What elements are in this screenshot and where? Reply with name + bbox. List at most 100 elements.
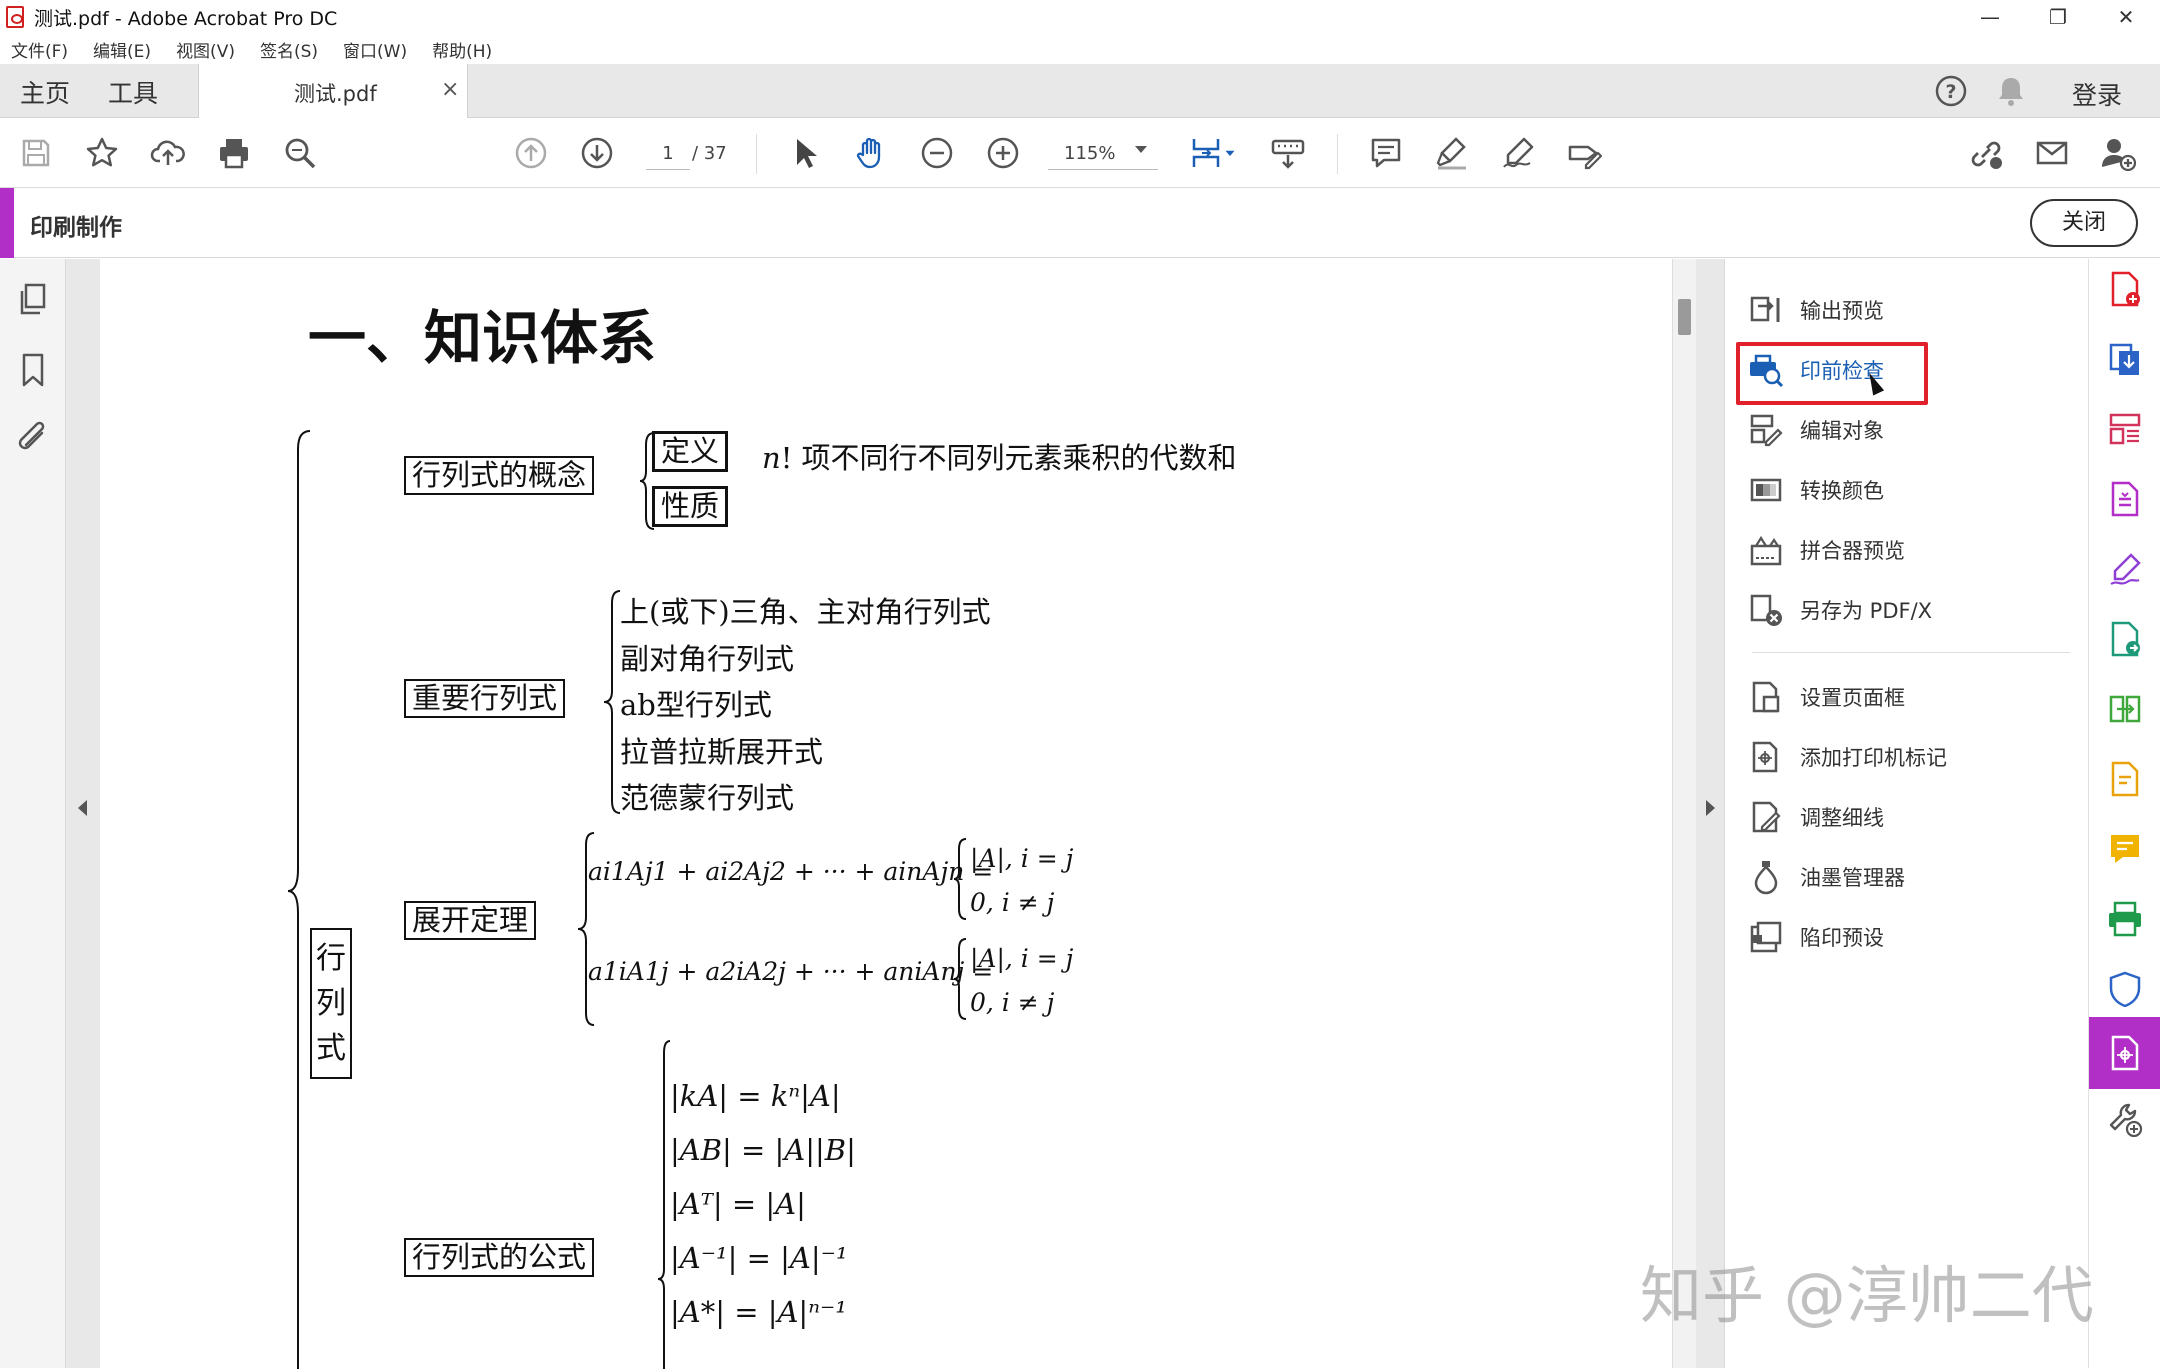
window-controls: — ❐ ✕ (1956, 0, 2160, 34)
toolbar-divider (756, 134, 757, 174)
login-link[interactable]: 登录 (2072, 76, 2122, 112)
zoom-out-icon[interactable] (917, 133, 957, 173)
convert-colors-icon (1750, 478, 1782, 502)
page-heading: 一、知识体系 (308, 304, 657, 372)
list-item: 副对角行列式 (620, 641, 795, 676)
collapse-right-pane-icon[interactable] (1706, 800, 1715, 816)
upload-cloud-icon[interactable] (148, 133, 188, 173)
tab-home[interactable]: 主页 (20, 74, 70, 110)
menu-bar: 文件(F) 编辑(E) 视图(V) 签名(S) 窗口(W) 帮助(H) (0, 34, 2160, 64)
concept-note-n: n (762, 441, 781, 475)
tool-output-preview[interactable]: 输出预览 (1748, 288, 2078, 332)
bookmarks-icon[interactable] (14, 351, 52, 389)
page-total-label: / 37 (692, 143, 727, 164)
compare-files-icon[interactable] (2107, 691, 2143, 727)
fill-sign-icon[interactable] (1564, 133, 1604, 173)
edit-pdf-icon[interactable] (2107, 761, 2143, 797)
more-tools-icon[interactable] (2107, 1101, 2143, 1137)
restore-button[interactable]: ❐ (2024, 0, 2092, 34)
scrollbar-thumb[interactable] (1678, 299, 1691, 335)
tool-set-page-boxes[interactable]: 设置页面框 (1748, 675, 2078, 719)
tool-ink-manager[interactable]: 油墨管理器 (1748, 855, 2078, 899)
tool-label: 转换颜色 (1800, 479, 1884, 503)
trap-presets-icon (1750, 921, 1782, 953)
tool-convert-colors[interactable]: 转换颜色 (1748, 468, 2078, 512)
tab-document[interactable]: 测试.pdf × (198, 64, 468, 118)
collapse-left-pane-icon[interactable] (78, 800, 87, 816)
email-icon[interactable] (2032, 133, 2072, 173)
help-icon[interactable]: ? (1934, 74, 1968, 112)
chevron-down-icon[interactable] (1135, 146, 1147, 153)
search-icon[interactable] (280, 133, 320, 173)
highlighter-icon[interactable] (1432, 133, 1472, 173)
concept-node: 行列式的概念 (404, 456, 595, 495)
page-number-input[interactable]: 1 (646, 138, 690, 170)
tab-tools[interactable]: 工具 (108, 74, 158, 110)
tool-fix-hairlines[interactable]: 调整细线 (1748, 795, 2078, 839)
export-pdf-icon[interactable] (2107, 341, 2143, 377)
formula-item: |Aᵀ| = |A| (670, 1187, 806, 1221)
chevron-down-icon[interactable] (1222, 133, 1238, 173)
close-window-button[interactable]: ✕ (2092, 0, 2160, 34)
tool-label: 陷印预设 (1800, 926, 1884, 950)
organize-pages-icon[interactable] (2107, 411, 2143, 447)
menu-file[interactable]: 文件(F) (11, 37, 68, 62)
comment-rail-icon[interactable] (2107, 831, 2143, 867)
notification-bell-icon[interactable] (1995, 74, 2027, 112)
tool-label: 编辑对象 (1800, 419, 1884, 443)
document-viewport[interactable]: 一、知识体系 行列式 行列式的概念 定义 性质 n! 项不同行不同列元素乘积的代… (66, 259, 1724, 1369)
menu-sign[interactable]: 签名(S) (260, 37, 318, 62)
tool-flattener-preview[interactable]: 拼合器预览 (1748, 528, 2078, 572)
tool-edit-object[interactable]: 编辑对象 (1748, 408, 2078, 452)
fit-page-icon[interactable] (1186, 133, 1226, 173)
vertical-scrollbar[interactable] (1672, 259, 1696, 1368)
print-production-rail-icon[interactable] (2107, 901, 2143, 937)
minimize-button[interactable]: — (1956, 0, 2024, 34)
print-icon[interactable] (214, 133, 254, 173)
fix-hairlines-icon (1752, 801, 1781, 833)
menu-window[interactable]: 窗口(W) (343, 37, 407, 62)
share-link-icon[interactable] (1966, 133, 2006, 173)
fill-sign-rail-icon[interactable] (2107, 551, 2143, 587)
zoom-level-select[interactable]: 115% (1048, 138, 1158, 170)
next-page-icon[interactable] (577, 133, 617, 173)
tool-add-printer-marks[interactable]: 添加打印机标记 (1748, 735, 2078, 779)
list-item: 拉普拉斯展开式 (620, 734, 824, 769)
important-node: 重要行列式 (404, 679, 566, 718)
bookmark-star-icon[interactable] (82, 133, 122, 173)
print-production-active-tab[interactable] (2089, 1017, 2160, 1089)
comment-icon[interactable] (1366, 133, 1406, 173)
list-item: ab型行列式 (620, 688, 772, 722)
menu-view[interactable]: 视图(V) (176, 37, 235, 62)
menu-help[interactable]: 帮助(H) (432, 37, 492, 62)
definition-node: 定义 (652, 431, 729, 472)
tool-save-as-pdfx[interactable]: 另存为 PDF/X (1748, 588, 2078, 632)
concept-note-text: ! 项不同行不同列元素乘积的代数和 (780, 441, 1237, 475)
root-node: 行列式 (310, 928, 352, 1079)
document-tab-label: 测试.pdf (294, 82, 377, 106)
close-tool-button[interactable]: 关闭 (2030, 199, 2138, 247)
select-cursor-icon[interactable] (785, 133, 825, 173)
compress-pdf-icon[interactable] (2107, 481, 2143, 517)
attachments-icon[interactable] (14, 419, 52, 457)
page-thumbnails-icon[interactable] (14, 281, 52, 319)
tool-label: 输出预览 (1800, 299, 1884, 323)
watermark-text: 知乎 @淳帅二代 (1640, 1259, 2094, 1332)
tool-label: 另存为 PDF/X (1800, 599, 1933, 623)
keyboard-scroll-icon[interactable] (1268, 133, 1308, 173)
create-pdf-icon[interactable] (2107, 271, 2143, 307)
previous-page-icon[interactable] (511, 133, 551, 173)
close-tab-icon[interactable]: × (441, 77, 459, 102)
tool-trap-presets[interactable]: 陷印预设 (1748, 915, 2078, 959)
tool-label: 拼合器预览 (1800, 539, 1905, 563)
send-for-review-icon[interactable] (2107, 621, 2143, 657)
add-user-icon[interactable] (2098, 133, 2138, 173)
hand-tool-icon[interactable] (851, 133, 891, 173)
draw-pen-icon[interactable] (1498, 133, 1538, 173)
zoom-in-icon[interactable] (983, 133, 1023, 173)
menu-edit[interactable]: 编辑(E) (93, 37, 151, 62)
protect-shield-icon[interactable] (2107, 971, 2143, 1007)
print-production-active-icon (2111, 1035, 2139, 1071)
save-icon[interactable] (16, 133, 56, 173)
formula-item: |AB| = |A||B| (670, 1133, 856, 1167)
